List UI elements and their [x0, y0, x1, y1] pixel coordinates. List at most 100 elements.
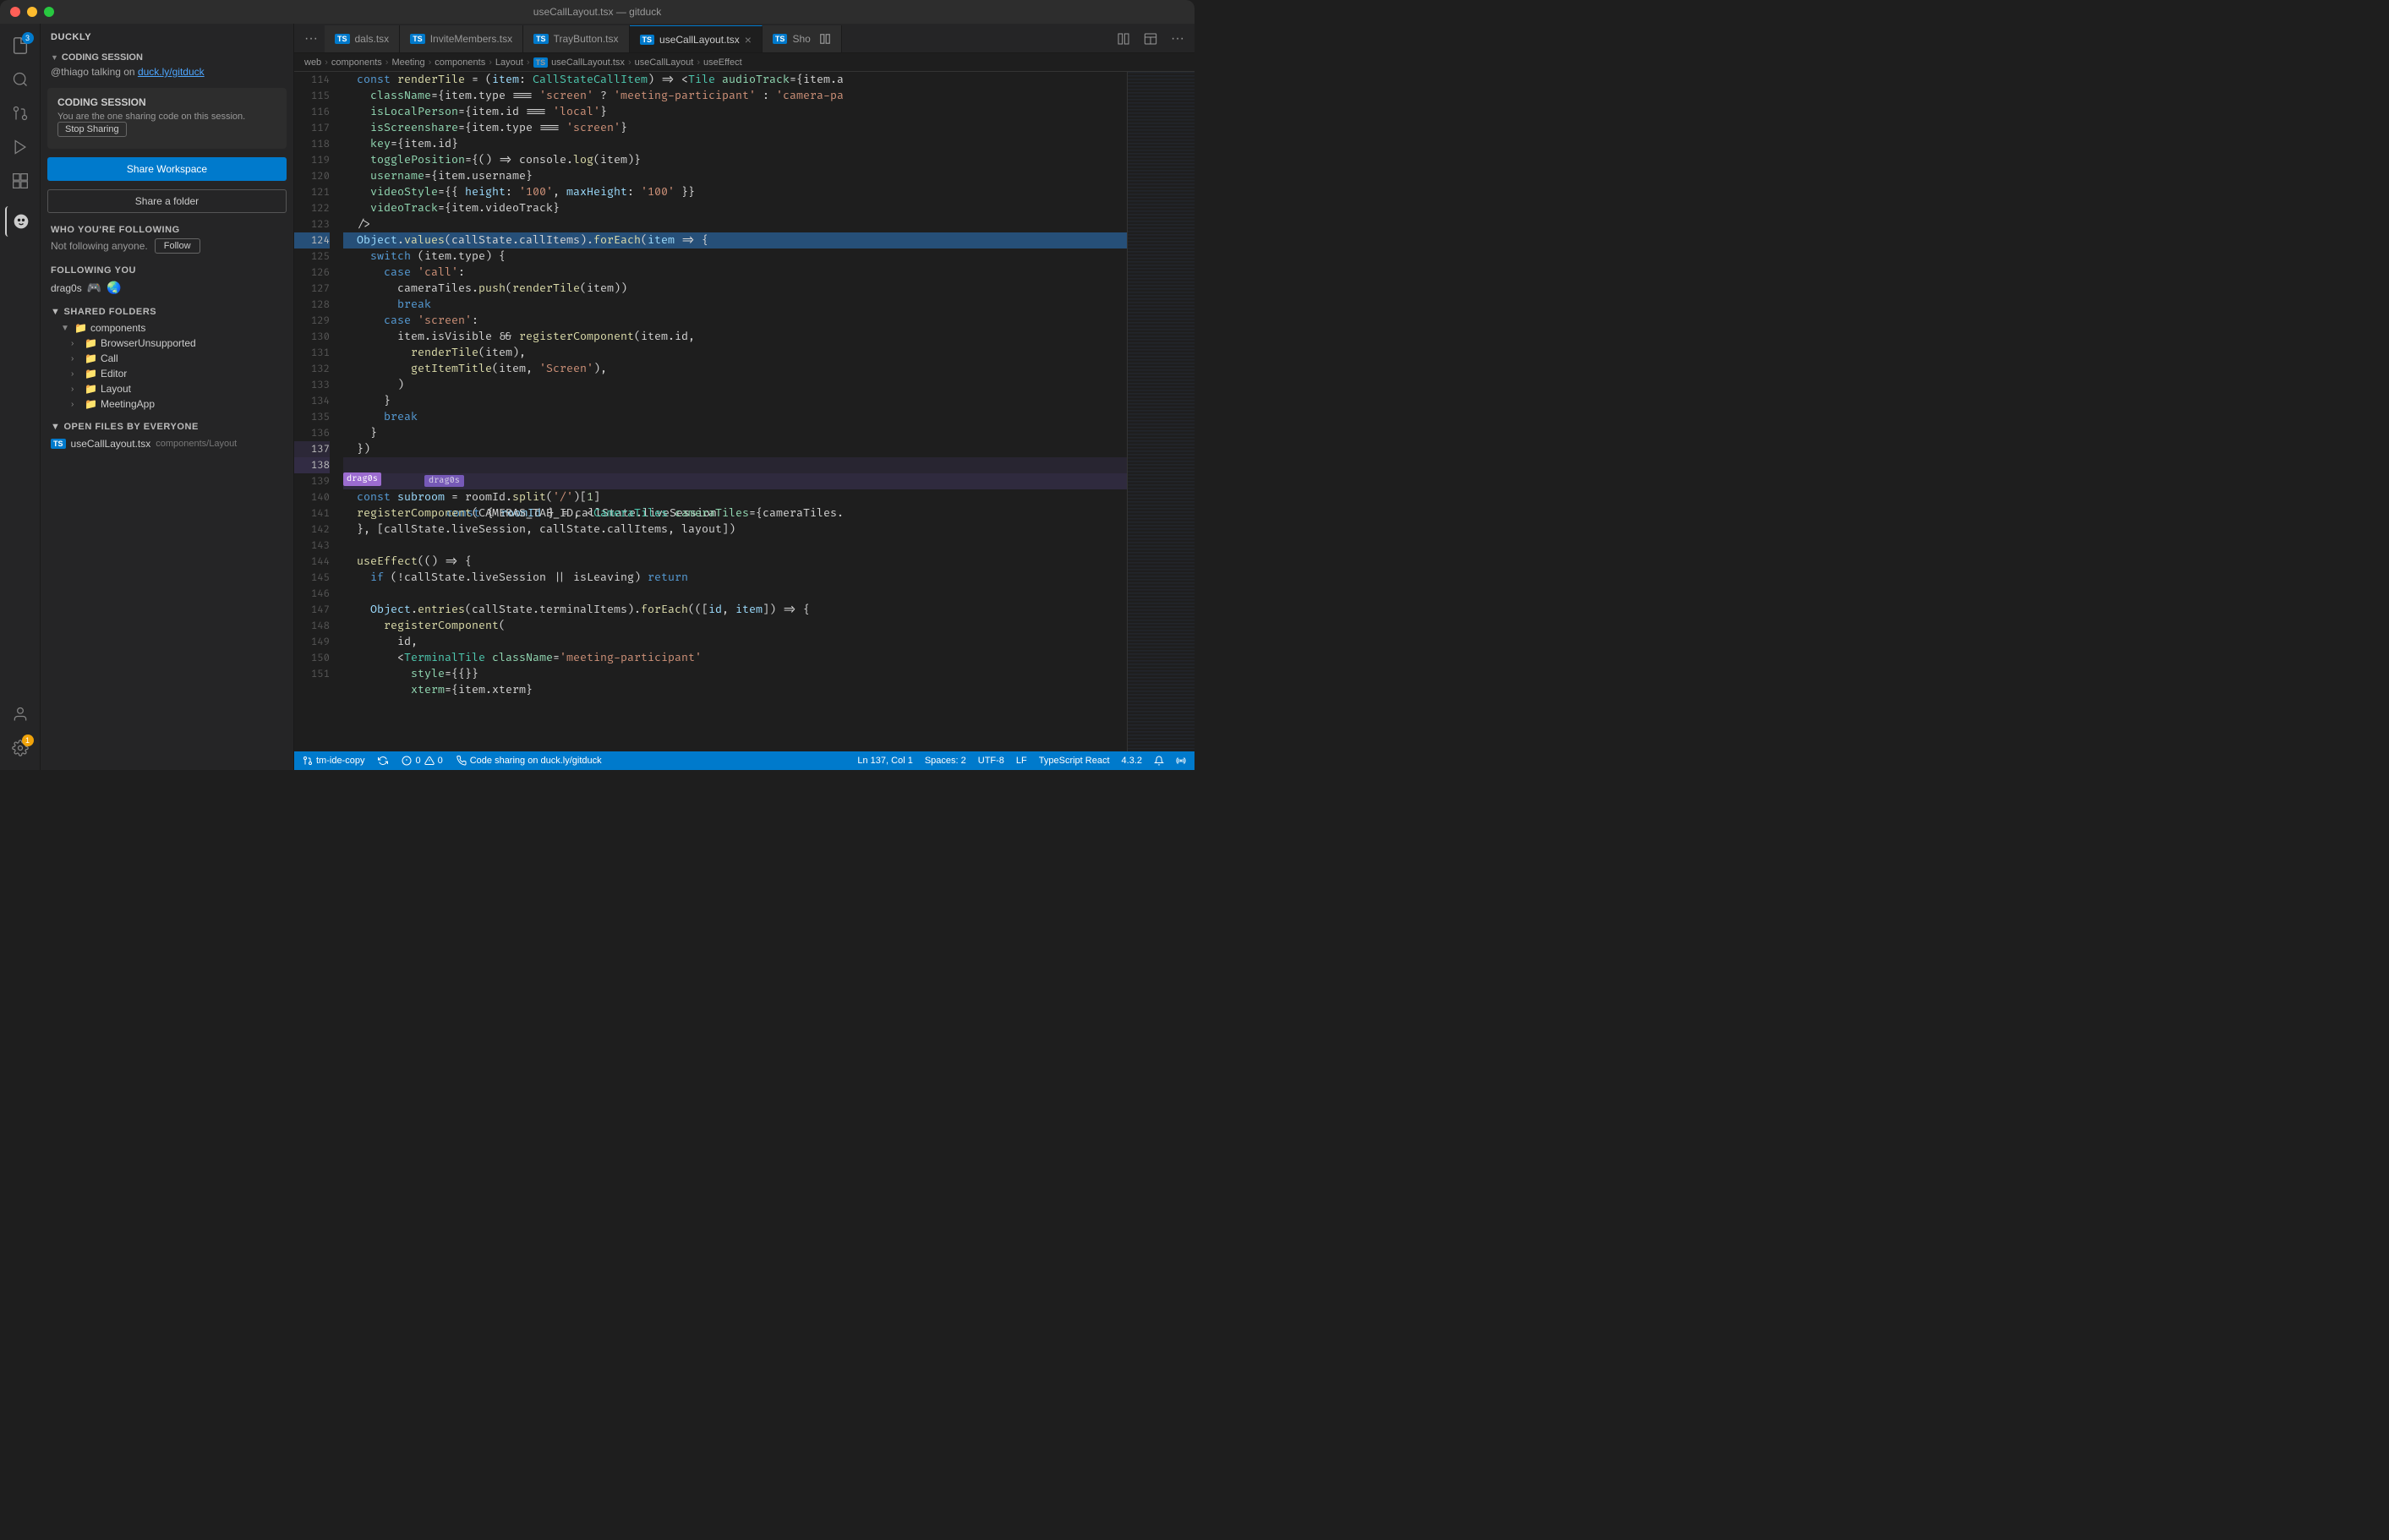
folder-browser-unsupported[interactable]: › 📁 BrowserUnsupported [51, 336, 283, 351]
sidebar-item-run[interactable] [5, 132, 36, 162]
status-branch[interactable]: tm-ide-copy [303, 756, 364, 766]
status-right: Ln 137, Col 1 Spaces: 2 UTF-8 LF TypeScr… [857, 756, 1186, 766]
follower-avatar-2: 🌏 [107, 281, 121, 295]
folder-meetingapp[interactable]: › 📁 MeetingApp [51, 396, 283, 412]
status-language[interactable]: TypeScript React [1039, 756, 1110, 766]
code-line [343, 586, 1127, 602]
status-encoding[interactable]: UTF-8 [978, 756, 1004, 766]
open-files-label: OPEN FILES BY EVERYONE [63, 422, 198, 432]
code-line: break [343, 297, 1127, 313]
chevron-right-icon: › [71, 400, 81, 409]
tab-dals[interactable]: TS dals.tsx [325, 25, 400, 52]
shared-folders-label: SHARED FOLDERS [63, 307, 156, 317]
status-eol[interactable]: LF [1016, 756, 1027, 766]
open-files-header[interactable]: ▼ OPEN FILES BY EVERYONE [51, 422, 283, 432]
folder-call[interactable]: › 📁 Call [51, 351, 283, 366]
sidebar-item-account[interactable] [5, 699, 36, 729]
folder-editor[interactable]: › 📁 Editor [51, 366, 283, 381]
close-button[interactable] [10, 7, 20, 17]
open-file-item[interactable]: TS useCallLayout.tsx components/Layout [51, 435, 283, 452]
sidebar-item-source-control[interactable] [5, 98, 36, 128]
code-line: }, [callState.liveSession, callState.cal… [343, 522, 1127, 538]
session-link[interactable]: duck.ly/gitduck [138, 66, 205, 78]
shared-folders-header[interactable]: ▼ SHARED FOLDERS [51, 307, 283, 317]
code-line: videoTrack={item.videoTrack} [343, 200, 1127, 216]
error-count: 0 [415, 756, 420, 766]
titlebar: useCallLayout.tsx — gitduck [0, 0, 1194, 24]
sharing-box: CODING SESSION You are the one sharing c… [47, 88, 287, 149]
sidebar-item-files[interactable]: 3 [5, 30, 36, 61]
follower-avatar-1: 🎮 [87, 281, 101, 295]
warning-count: 0 [438, 756, 443, 766]
tab-sho[interactable]: TS Sho [763, 25, 842, 52]
layout-button[interactable] [1137, 25, 1164, 52]
folder-components[interactable]: ▼ 📁 components [51, 320, 283, 336]
code-line: isScreenshare={item.type === 'screen'} [343, 120, 1127, 136]
sidebar: DUCKLY ▼ CODING SESSION @thiago talking … [41, 24, 294, 770]
maximize-button[interactable] [44, 7, 54, 17]
window-controls[interactable] [10, 7, 54, 17]
status-cursor[interactable]: Ln 137, Col 1 [857, 756, 912, 766]
tab-usecalllayout[interactable]: TS useCallLayout.tsx × [630, 25, 763, 52]
tabs-more-button[interactable]: ··· [298, 25, 325, 52]
following-you-section: FOLLOWING YOU drag0s 🎮 🌏 [41, 257, 293, 298]
ts-badge: TS [51, 439, 66, 449]
code-line: useEffect(() => { [343, 554, 1127, 570]
code-line: xterm={item.xterm} [343, 682, 1127, 698]
share-workspace-button[interactable]: Share Workspace [47, 157, 287, 181]
sidebar-item-duckly[interactable] [5, 206, 36, 237]
status-notifications[interactable] [1154, 756, 1164, 766]
status-code-sharing[interactable]: Code sharing on duck.ly/gitduck [456, 756, 602, 766]
app-container: 3 [0, 24, 1194, 770]
tab-label: Sho [792, 33, 810, 45]
code-area: 114115116117118 119120121122123 124 1251… [294, 72, 1194, 751]
stop-sharing-button[interactable]: Stop Sharing [57, 122, 127, 137]
code-line: videoStyle={{ height: '100', maxHeight: … [343, 184, 1127, 200]
window-title: useCallLayout.tsx — gitduck [533, 6, 661, 18]
code-line: className={item.type === 'screen' ? 'mee… [343, 88, 1127, 104]
code-line: ) [343, 377, 1127, 393]
status-spaces[interactable]: Spaces: 2 [925, 756, 966, 766]
code-line: renderTile(item), [343, 345, 1127, 361]
ts-badge: TS [773, 34, 788, 44]
minimize-button[interactable] [27, 7, 37, 17]
share-folder-button[interactable]: Share a folder [47, 189, 287, 213]
chevron-right-icon: › [71, 385, 81, 394]
sharing-box-title: CODING SESSION [57, 96, 276, 108]
editor-area: ··· TS dals.tsx TS InviteMembers.tsx TS … [294, 24, 1194, 770]
branch-name: tm-ide-copy [316, 756, 364, 766]
minimap-content [1128, 72, 1194, 751]
activity-bar: 3 [0, 24, 41, 770]
code-line: Object.entries(callState.terminalItems).… [343, 602, 1127, 618]
code-line: case 'screen': [343, 313, 1127, 329]
code-line: } [343, 425, 1127, 441]
follow-button[interactable]: Follow [155, 238, 200, 254]
split-editor-button[interactable] [1110, 25, 1137, 52]
status-version[interactable]: 4.3.2 [1122, 756, 1142, 766]
sidebar-item-settings[interactable]: 1 [5, 733, 36, 763]
code-line: <TerminalTile className='meeting-partici… [343, 650, 1127, 666]
status-errors[interactable]: 0 0 [402, 756, 442, 766]
folder-layout[interactable]: › 📁 Layout [51, 381, 283, 396]
tab-invitemembers[interactable]: TS InviteMembers.tsx [400, 25, 523, 52]
code-line: id, [343, 634, 1127, 650]
coding-session-header[interactable]: ▼ CODING SESSION [41, 47, 293, 64]
sharing-box-description: You are the one sharing code on this ses… [57, 112, 276, 137]
sidebar-item-extensions[interactable] [5, 166, 36, 196]
more-actions-button[interactable]: ··· [1164, 25, 1191, 52]
tab-traybutton[interactable]: TS TrayButton.tsx [523, 25, 629, 52]
tab-close-button[interactable]: × [745, 34, 752, 46]
open-files-section: ▼ OPEN FILES BY EVERYONE TS useCallLayou… [41, 415, 293, 456]
chevron-down-icon: ▼ [51, 53, 58, 62]
folder-icon: 📁 [74, 322, 87, 334]
app-title: DUCKLY [41, 24, 293, 47]
status-sync[interactable] [378, 756, 388, 766]
sidebar-item-search[interactable] [5, 64, 36, 95]
status-broadcast[interactable] [1176, 756, 1186, 766]
tab-label: InviteMembers.tsx [430, 33, 512, 45]
code-line: const subroom = roomId.split('/')[1] [343, 489, 1127, 505]
code-line: style={{}} [343, 666, 1127, 682]
chevron-right-icon: › [71, 369, 81, 379]
ts-badge: TS [533, 34, 549, 44]
split-editor-icon [819, 33, 831, 45]
